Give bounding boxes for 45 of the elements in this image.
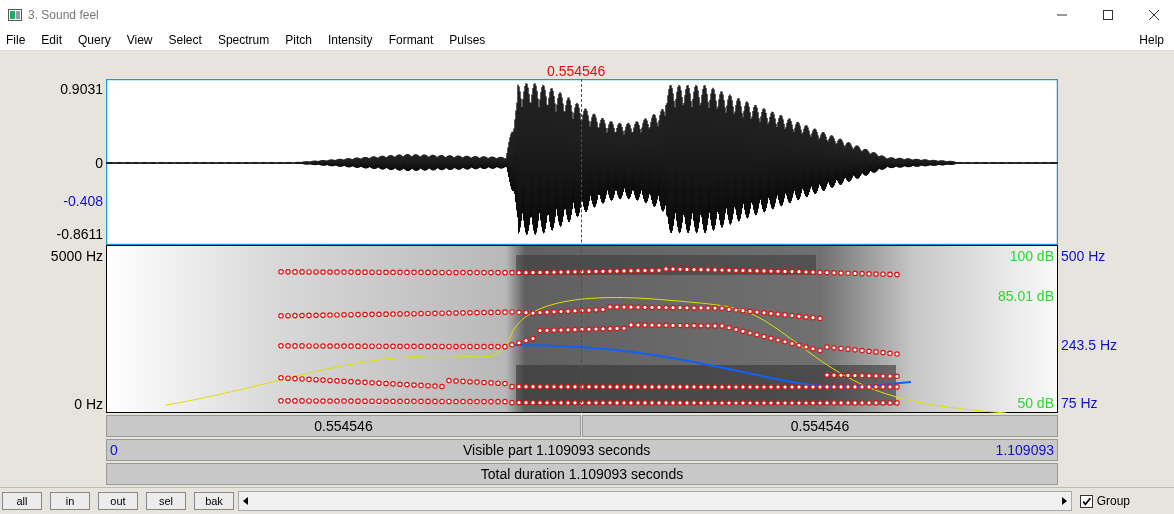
menu-item[interactable]: Pitch bbox=[285, 33, 316, 47]
intensity-label: 50 dB bbox=[1017, 395, 1054, 411]
visible-part-bar[interactable] bbox=[106, 439, 1058, 461]
visible-part-label: Visible part 1.109093 seconds bbox=[463, 442, 651, 458]
axis-label: 5000 Hz bbox=[50, 248, 103, 264]
cursor-value: -0.408 bbox=[63, 193, 103, 209]
cursor-time: 0.554546 bbox=[547, 63, 606, 79]
time-end: 1.109093 bbox=[995, 442, 1054, 458]
window-title: 3. Sound feel bbox=[28, 8, 99, 22]
zoom-button[interactable]: bak bbox=[194, 492, 234, 510]
menu-item[interactable]: Spectrum bbox=[217, 33, 274, 47]
app-icon bbox=[8, 9, 22, 21]
zoom-button[interactable]: all bbox=[2, 492, 42, 510]
pitch-label: 243.5 Hz bbox=[1061, 337, 1118, 353]
axis-label: -0.8611 bbox=[56, 226, 103, 242]
pitch-label: 500 Hz bbox=[1061, 248, 1106, 264]
scroll-bar[interactable] bbox=[238, 491, 1072, 511]
group-checkbox[interactable] bbox=[1079, 494, 1093, 508]
menu-item[interactable]: View bbox=[126, 33, 157, 47]
menu-item[interactable]: Edit bbox=[41, 33, 67, 47]
zoom-button[interactable]: in bbox=[50, 492, 90, 510]
selection-bar[interactable]: 0.554546 bbox=[582, 415, 1058, 437]
intensity-label: 100 dB bbox=[1009, 248, 1054, 264]
menu-item[interactable]: Intensity bbox=[327, 33, 377, 47]
scroll-right-icon[interactable] bbox=[1060, 497, 1067, 505]
group-label[interactable]: Group bbox=[1096, 494, 1130, 508]
menu-item[interactable]: Pulses bbox=[449, 33, 490, 47]
maximize-icon[interactable] bbox=[1102, 9, 1114, 21]
time-start: 0 bbox=[110, 442, 118, 458]
menu-item[interactable]: File bbox=[6, 33, 30, 47]
axis-label: 0 Hz bbox=[74, 396, 103, 412]
axis-label: 0.9031 bbox=[60, 81, 103, 97]
menu-item[interactable]: Query bbox=[78, 33, 115, 47]
axis-label: 0 bbox=[95, 155, 103, 171]
scroll-left-icon[interactable] bbox=[243, 497, 249, 505]
help-menu[interactable]: Help bbox=[1139, 33, 1168, 47]
total-duration-bar[interactable]: Total duration 1.109093 seconds bbox=[106, 463, 1058, 485]
pitch-label: 75 Hz bbox=[1061, 395, 1098, 411]
menu-item[interactable]: Select bbox=[168, 33, 206, 47]
selection-bar[interactable]: 0.554546 bbox=[106, 415, 581, 437]
intensity-label: 85.01 dB bbox=[997, 288, 1054, 304]
zoom-button[interactable]: out bbox=[98, 492, 138, 510]
menu-item[interactable]: Formant bbox=[388, 33, 438, 47]
zoom-button[interactable]: sel bbox=[146, 492, 186, 510]
close-icon[interactable] bbox=[1148, 9, 1160, 21]
